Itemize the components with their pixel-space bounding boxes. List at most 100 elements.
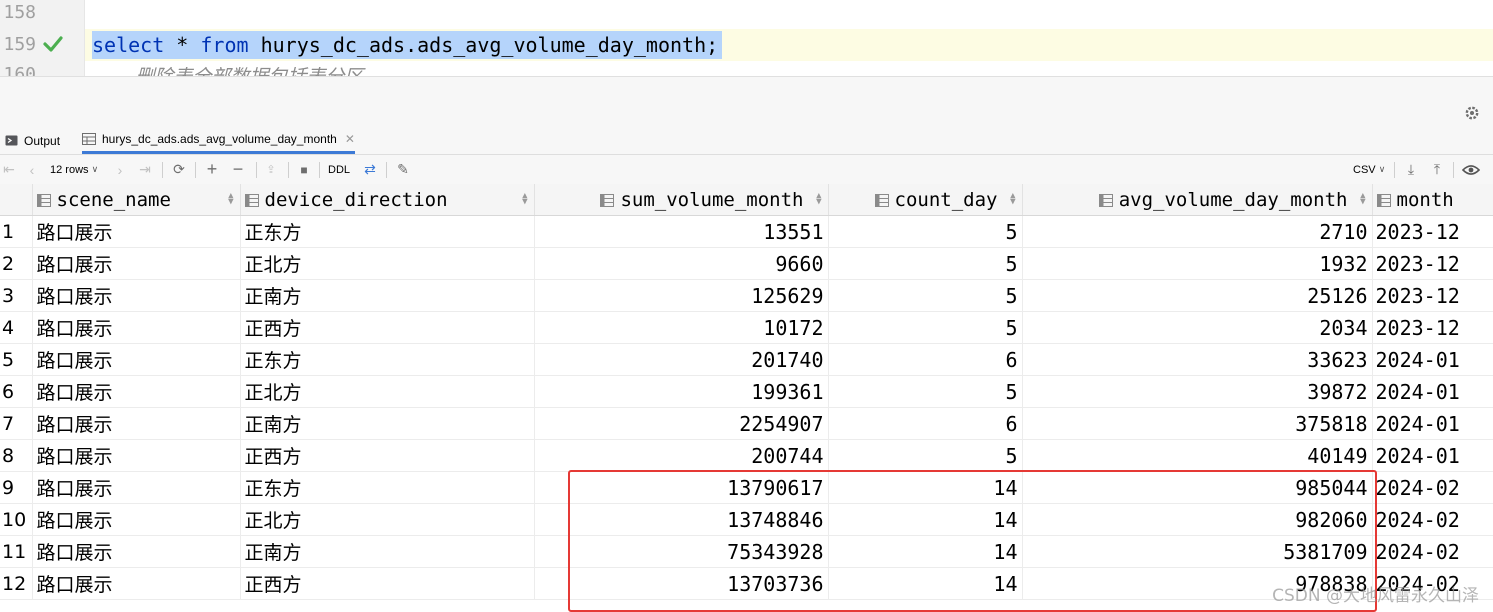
cell-device-direction[interactable]: 正东方 <box>240 343 535 376</box>
first-page-icon[interactable]: ⇤ <box>1 155 17 184</box>
tab-table-result[interactable]: hurys_dc_ads.ads_avg_volume_day_month ✕ <box>82 127 355 154</box>
delete-row-icon[interactable]: − <box>229 155 247 184</box>
cell-avg-volume-day-month[interactable]: 33623 <box>1022 343 1373 376</box>
table-row[interactable]: 4 路口展示 正西方 10172 5 2034 2023-12 <box>0 311 1493 344</box>
sort-icon[interactable]: ▲ ▼ <box>1360 192 1365 207</box>
cell-avg-volume-day-month[interactable]: 25126 <box>1022 279 1373 312</box>
sort-icon[interactable]: ▲ ▼ <box>522 192 527 207</box>
cell-sum-volume-month[interactable]: 13551 <box>534 215 829 248</box>
table-row[interactable]: 7 路口展示 正南方 2254907 6 375818 2024-01 <box>0 407 1493 440</box>
view-icon[interactable] <box>1460 155 1482 184</box>
compare-icon[interactable]: ⇄ <box>361 155 379 184</box>
cell-avg-volume-day-month[interactable]: 40149 <box>1022 439 1373 472</box>
next-page-icon[interactable]: › <box>112 155 128 184</box>
row-number[interactable]: 7 <box>0 407 33 440</box>
cell-scene-name[interactable]: 路口展示 <box>32 535 241 568</box>
cell-device-direction[interactable]: 正东方 <box>240 471 535 504</box>
cell-device-direction[interactable]: 正西方 <box>240 567 535 600</box>
row-number[interactable]: 9 <box>0 471 33 504</box>
cell-avg-volume-day-month[interactable]: 985044 <box>1022 471 1373 504</box>
cell-count-day[interactable]: 5 <box>828 247 1023 280</box>
cell-scene-name[interactable]: 路口展示 <box>32 279 241 312</box>
table-row[interactable]: 5 路口展示 正东方 201740 6 33623 2024-01 <box>0 343 1493 376</box>
export-icon[interactable]: ⤓ <box>1402 155 1420 184</box>
cell-sum-volume-month[interactable]: 13790617 <box>534 471 829 504</box>
cell-scene-name[interactable]: 路口展示 <box>32 503 241 536</box>
cell-month[interactable]: 2023-12 <box>1372 279 1493 312</box>
cell-count-day[interactable]: 14 <box>828 471 1023 504</box>
column-header-device-direction[interactable]: device_direction ▲ ▼ <box>240 184 535 216</box>
column-header-scene-name[interactable]: scene_name ▲ ▼ <box>32 184 241 216</box>
cell-scene-name[interactable]: 路口展示 <box>32 311 241 344</box>
close-icon[interactable]: ✕ <box>345 132 355 146</box>
row-number[interactable]: 10 <box>0 503 33 536</box>
cell-avg-volume-day-month[interactable]: 39872 <box>1022 375 1373 408</box>
cell-sum-volume-month[interactable]: 13703736 <box>534 567 829 600</box>
cell-count-day[interactable]: 14 <box>828 567 1023 600</box>
cell-scene-name[interactable]: 路口展示 <box>32 439 241 472</box>
sql-statement[interactable]: select * from hurys_dc_ads.ads_avg_volum… <box>92 31 723 59</box>
cell-sum-volume-month[interactable]: 201740 <box>534 343 829 376</box>
cell-count-day[interactable]: 6 <box>828 343 1023 376</box>
cell-sum-volume-month[interactable]: 75343928 <box>534 535 829 568</box>
cell-count-day[interactable]: 14 <box>828 535 1023 568</box>
cell-month[interactable]: 2024-01 <box>1372 375 1493 408</box>
panel-divider[interactable] <box>0 76 1493 128</box>
table-row[interactable]: 9 路口展示 正东方 13790617 14 985044 2024-02 <box>0 471 1493 504</box>
import-icon[interactable]: ⤒ <box>1428 155 1446 184</box>
cell-count-day[interactable]: 5 <box>828 215 1023 248</box>
row-number[interactable]: 5 <box>0 343 33 376</box>
cell-device-direction[interactable]: 正南方 <box>240 407 535 440</box>
gear-icon[interactable] <box>1463 104 1481 122</box>
cell-device-direction[interactable]: 正西方 <box>240 311 535 344</box>
cell-device-direction[interactable]: 正北方 <box>240 375 535 408</box>
cell-avg-volume-day-month[interactable]: 1932 <box>1022 247 1373 280</box>
cell-sum-volume-month[interactable]: 199361 <box>534 375 829 408</box>
table-row[interactable]: 11 路口展示 正南方 75343928 14 5381709 2024-02 <box>0 535 1493 568</box>
sort-icon[interactable]: ▲ ▼ <box>228 192 233 207</box>
cell-month[interactable]: 2024-02 <box>1372 503 1493 536</box>
rows-count-selector[interactable]: 12 rows ∨ <box>50 155 98 184</box>
cell-month[interactable]: 2023-12 <box>1372 247 1493 280</box>
pin-icon[interactable]: ✎ <box>394 155 412 184</box>
cell-device-direction[interactable]: 正东方 <box>240 215 535 248</box>
cell-sum-volume-month[interactable]: 125629 <box>534 279 829 312</box>
cell-scene-name[interactable]: 路口展示 <box>32 471 241 504</box>
row-number[interactable]: 11 <box>0 535 33 568</box>
previous-page-icon[interactable]: ‹ <box>24 155 40 184</box>
last-page-icon[interactable]: ⇥ <box>136 155 154 184</box>
table-row[interactable]: 6 路口展示 正北方 199361 5 39872 2024-01 <box>0 375 1493 408</box>
row-number[interactable]: 8 <box>0 439 33 472</box>
check-icon[interactable] <box>42 33 64 55</box>
cell-count-day[interactable]: 6 <box>828 407 1023 440</box>
refresh-icon[interactable]: ⟳ <box>170 155 188 184</box>
row-number[interactable]: 1 <box>0 215 33 248</box>
row-number[interactable]: 4 <box>0 311 33 344</box>
cell-sum-volume-month[interactable]: 9660 <box>534 247 829 280</box>
cell-device-direction[interactable]: 正北方 <box>240 503 535 536</box>
cell-device-direction[interactable]: 正西方 <box>240 439 535 472</box>
cell-scene-name[interactable]: 路口展示 <box>32 567 241 600</box>
cell-scene-name[interactable]: 路口展示 <box>32 407 241 440</box>
cell-scene-name[interactable]: 路口展示 <box>32 247 241 280</box>
cell-count-day[interactable]: 14 <box>828 503 1023 536</box>
cell-month[interactable]: 2024-02 <box>1372 535 1493 568</box>
ddl-button[interactable]: DDL <box>328 155 350 184</box>
submit-db-icon[interactable]: ⇪ <box>262 155 280 184</box>
stop-icon[interactable]: ■ <box>296 155 312 184</box>
add-row-icon[interactable]: + <box>203 155 221 184</box>
cell-count-day[interactable]: 5 <box>828 311 1023 344</box>
table-row[interactable]: 8 路口展示 正西方 200744 5 40149 2024-01 <box>0 439 1493 472</box>
sort-icon[interactable]: ▲ ▼ <box>816 192 821 207</box>
cell-avg-volume-day-month[interactable]: 5381709 <box>1022 535 1373 568</box>
cell-avg-volume-day-month[interactable]: 375818 <box>1022 407 1373 440</box>
row-number[interactable]: 2 <box>0 247 33 280</box>
table-row[interactable]: 2 路口展示 正北方 9660 5 1932 2023-12 <box>0 247 1493 280</box>
cell-scene-name[interactable]: 路口展示 <box>32 343 241 376</box>
column-header-sum-volume-month[interactable]: sum_volume_month ▲ ▼ <box>534 184 829 216</box>
row-number[interactable]: 12 <box>0 567 33 600</box>
export-format-selector[interactable]: CSV ∨ <box>1353 155 1385 184</box>
cell-scene-name[interactable]: 路口展示 <box>32 215 241 248</box>
column-header-count-day[interactable]: count_day ▲ ▼ <box>828 184 1023 216</box>
cell-month[interactable]: 2023-12 <box>1372 215 1493 248</box>
